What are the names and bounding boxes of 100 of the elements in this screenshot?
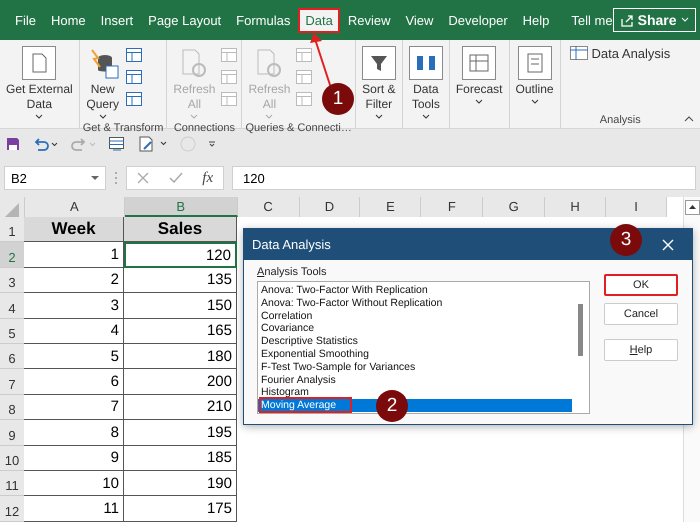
table-cell: 9 <box>110 449 119 466</box>
row-header[interactable]: 7 <box>0 369 24 395</box>
ribbon-tab[interactable]: Formulas <box>229 8 298 32</box>
ribbon-tab[interactable]: Home <box>44 8 93 32</box>
form-icon[interactable] <box>108 136 126 152</box>
scrollbar-thumb[interactable] <box>578 304 583 356</box>
columns-icon <box>408 46 443 80</box>
table-cell: 180 <box>206 348 232 365</box>
table-icon <box>570 46 588 60</box>
row-header[interactable]: 9 <box>0 420 24 446</box>
undo-icon[interactable] <box>32 137 58 151</box>
table-cell: 165 <box>206 322 232 340</box>
caret-icon <box>530 99 539 105</box>
ribbon-tab[interactable]: File <box>8 8 43 32</box>
caret-icon <box>475 99 484 105</box>
cancel-icon[interactable] <box>136 172 149 184</box>
group-label: Get & Transform <box>82 122 164 134</box>
ribbon-button[interactable]: Outline <box>512 44 557 126</box>
caret-icon <box>265 114 274 120</box>
row-header[interactable]: 3 <box>0 268 24 294</box>
save-icon[interactable] <box>6 137 20 151</box>
formula-field[interactable]: 120 <box>232 166 696 190</box>
list-item[interactable]: Covariance <box>258 322 572 336</box>
table-cell: Week <box>51 219 96 240</box>
name-box[interactable]: B2 <box>4 166 106 190</box>
list-item[interactable]: Anova: Two-Factor With Replication <box>258 284 572 297</box>
row-header[interactable]: 8 <box>0 394 24 420</box>
table-cell: 10 <box>102 474 119 492</box>
ribbon-tab[interactable]: Data <box>298 8 340 32</box>
insert-function-button[interactable]: fx <box>202 170 214 186</box>
table-cell: 150 <box>206 296 232 314</box>
dialog-button[interactable]: Help <box>604 339 678 361</box>
table-cell: 135 <box>206 271 232 288</box>
table-cell: 1 <box>110 246 119 264</box>
row-header[interactable]: 11 <box>0 470 24 496</box>
ribbon-tab[interactable]: Insert <box>94 8 140 32</box>
table-cell: 200 <box>206 373 232 390</box>
table-icon[interactable] <box>124 68 143 86</box>
dialog-button[interactable]: Cancel <box>604 303 678 325</box>
tell-me-search[interactable]: Tell me <box>571 12 613 28</box>
caret-icon <box>374 114 383 120</box>
table-icon[interactable] <box>124 46 143 64</box>
list-item[interactable]: Exponential Smoothing <box>258 348 572 361</box>
list-item[interactable]: Fourier Analysis <box>258 374 572 386</box>
row-header[interactable]: 2 <box>0 242 24 268</box>
ribbon-button[interactable]: Forecast <box>452 44 506 126</box>
funnel-icon <box>362 46 396 80</box>
column-header[interactable]: B <box>124 197 238 217</box>
table-icon[interactable] <box>124 90 143 108</box>
scroll-up-icon[interactable] <box>684 200 700 215</box>
column-header[interactable]: E <box>360 197 422 217</box>
column-header[interactable]: C <box>238 197 300 217</box>
column-header[interactable]: G <box>483 197 546 217</box>
share-button[interactable]: Share <box>612 8 696 32</box>
row-header[interactable]: 1 <box>0 217 24 242</box>
dialog-button[interactable]: OK <box>604 274 678 296</box>
table-cell: 4 <box>110 322 119 340</box>
row-header[interactable]: 6 <box>0 344 24 370</box>
analysis-tools-list[interactable] <box>257 281 590 414</box>
ribbon-tab[interactable]: Review <box>340 8 398 32</box>
list-label: Analysis Tools <box>257 266 328 278</box>
caret-icon <box>680 17 689 23</box>
column-header[interactable]: H <box>545 197 606 217</box>
ribbon-button[interactable]: New Query <box>82 44 123 122</box>
column-header[interactable]: D <box>300 197 360 217</box>
customize-icon[interactable] <box>208 140 216 148</box>
row-header[interactable]: 5 <box>0 318 24 344</box>
table-cell: 8 <box>110 424 119 441</box>
ribbon-tab[interactable]: Page Layout <box>141 8 228 32</box>
table-cell: 185 <box>206 449 232 466</box>
ribbon-button[interactable]: Data Tools <box>406 44 446 126</box>
close-icon[interactable] <box>662 238 674 250</box>
table-cell: 210 <box>206 398 232 416</box>
list-item[interactable]: Anova: Two-Factor Without Replication <box>258 296 572 310</box>
column-header[interactable]: F <box>421 197 484 217</box>
row-header[interactable]: 10 <box>0 446 24 471</box>
document-icon <box>22 46 56 80</box>
ribbon-tab[interactable]: Help <box>516 8 556 32</box>
list-item[interactable]: Descriptive Statistics <box>258 335 572 348</box>
table-cell: Sales <box>158 219 202 240</box>
check-icon[interactable] <box>168 172 183 184</box>
table-cell: 2 <box>110 271 119 288</box>
ribbon-tab[interactable]: Developer <box>441 8 515 32</box>
data-analysis-button[interactable]: Data Analysis <box>564 44 676 64</box>
ribbon-button[interactable]: Sort & Filter <box>358 44 399 126</box>
caret-icon <box>35 114 44 120</box>
list-item[interactable]: F-Test Two-Sample for Variances <box>258 360 572 374</box>
ribbon-button[interactable]: Get External Data <box>3 44 76 126</box>
table-cell: 175 <box>206 500 232 517</box>
row-header[interactable]: 4 <box>0 293 24 319</box>
collapse-ribbon-icon[interactable] <box>684 116 694 122</box>
table-cell: 3 <box>110 296 119 314</box>
caret-icon <box>422 114 430 120</box>
table-cell: 5 <box>110 348 119 365</box>
row-header[interactable]: 12 <box>0 496 24 522</box>
column-header[interactable]: I <box>606 197 667 217</box>
group-label: Connections <box>172 122 236 134</box>
list-item[interactable]: Correlation <box>258 310 572 322</box>
edit-icon[interactable] <box>138 136 168 152</box>
ribbon-tab[interactable]: View <box>398 8 440 32</box>
